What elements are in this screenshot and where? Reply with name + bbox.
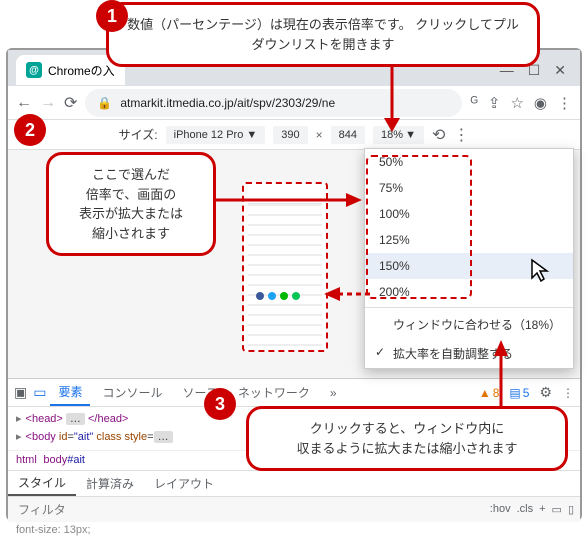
height-input[interactable]: 844	[331, 126, 365, 144]
arrow-2b	[322, 284, 372, 304]
back-icon[interactable]: ←	[16, 94, 32, 112]
device-toolbar: サイズ: iPhone 12 Pro ▼ 390 × 844 18% ▼ ⟲ ⋮	[8, 120, 580, 150]
tab-network[interactable]: ネットワーク	[230, 379, 318, 406]
zoom-auto-adjust[interactable]: 拡大率を自動調整する	[365, 339, 573, 368]
url-text: atmarkit.itmedia.co.jp/ait/spv/2303/29/n…	[120, 96, 335, 110]
zoom-fit-window[interactable]: ウィンドウに合わせる（18%）	[365, 310, 573, 339]
width-input[interactable]: 390	[273, 126, 307, 144]
forward-icon[interactable]: →	[40, 94, 56, 112]
callout-2-text: ここで選んだ 倍率で、画面の 表示が拡大または 縮小されます	[79, 167, 183, 241]
tab-console[interactable]: コンソール	[94, 379, 170, 406]
reload-icon[interactable]: ⟳	[64, 93, 77, 113]
css-rule[interactable]: font-size: 13px;	[8, 522, 580, 539]
hov-toggle[interactable]: :hov	[490, 503, 511, 516]
arrow-2	[216, 190, 366, 210]
tab-elements[interactable]: 要素	[50, 379, 90, 406]
callout-1: 数値（パーセンテージ）は現在の表示倍率です。 クリックしてプルダウンリストを開き…	[106, 2, 540, 67]
lock-icon: 🔒	[97, 96, 112, 110]
size-label: サイズ:	[119, 126, 158, 143]
badge-3: 3	[204, 388, 236, 420]
callout-3-text: クリックすると、ウィンドウ内に 収まるように拡大または縮小されます	[296, 421, 517, 456]
device-more-icon[interactable]: ⋮	[453, 125, 469, 145]
arrow-3	[486, 340, 516, 410]
favicon: @	[26, 62, 42, 78]
subtab-styles[interactable]: スタイル	[8, 471, 76, 496]
url-actions: ᴳ ⇪ ☆ ◉ ⋮	[470, 94, 572, 112]
styles-subtabs: スタイル 計算済み レイアウト	[8, 470, 580, 496]
cursor-icon	[530, 258, 552, 288]
badge-2: 2	[14, 114, 46, 146]
account-icon[interactable]: ◉	[534, 94, 547, 112]
translate-icon[interactable]: ᴳ	[470, 94, 477, 112]
close-icon[interactable]: ✕	[554, 62, 566, 79]
menu-icon[interactable]: ⋮	[557, 94, 572, 112]
styles-toggle-icon[interactable]: ▭	[552, 503, 562, 516]
callout-2: ここで選んだ 倍率で、画面の 表示が拡大または 縮小されます	[46, 152, 216, 256]
subtab-computed[interactable]: 計算済み	[76, 471, 144, 496]
rotate-icon[interactable]: ⟲	[432, 125, 445, 145]
device-toggle-icon[interactable]: ▭	[33, 384, 46, 401]
styles-more-icon[interactable]: ▯	[568, 503, 574, 516]
cls-toggle[interactable]: .cls	[517, 503, 534, 516]
share-icon[interactable]: ⇪	[488, 94, 501, 112]
arrow-1	[370, 56, 420, 136]
times-icon: ×	[316, 128, 323, 142]
filter-input[interactable]	[14, 501, 490, 519]
highlight-zoom-list	[366, 155, 472, 299]
styles-filter-bar: :hov .cls + ▭ ▯	[8, 496, 580, 522]
gear-icon[interactable]: ⚙	[539, 384, 552, 401]
subtab-layout[interactable]: レイアウト	[144, 471, 224, 496]
device-select[interactable]: iPhone 12 Pro ▼	[166, 126, 266, 144]
add-rule-icon[interactable]: +	[539, 503, 545, 516]
callout-1-text: 数値（パーセンテージ）は現在の表示倍率です。 クリックしてプルダウンリストを開き…	[127, 17, 519, 52]
badge-1: 1	[96, 0, 128, 32]
bookmark-icon[interactable]: ☆	[510, 94, 523, 112]
tab-title: Chromeの入	[48, 62, 115, 79]
tab-more[interactable]: »	[322, 379, 345, 406]
devtools-more-icon[interactable]: ⋮	[562, 386, 574, 400]
inspect-icon[interactable]: ▣	[14, 384, 27, 401]
callout-3: クリックすると、ウィンドウ内に 収まるように拡大または縮小されます	[246, 406, 568, 471]
url-bar: ← → ⟳ 🔒 atmarkit.itmedia.co.jp/ait/spv/2…	[8, 86, 580, 120]
